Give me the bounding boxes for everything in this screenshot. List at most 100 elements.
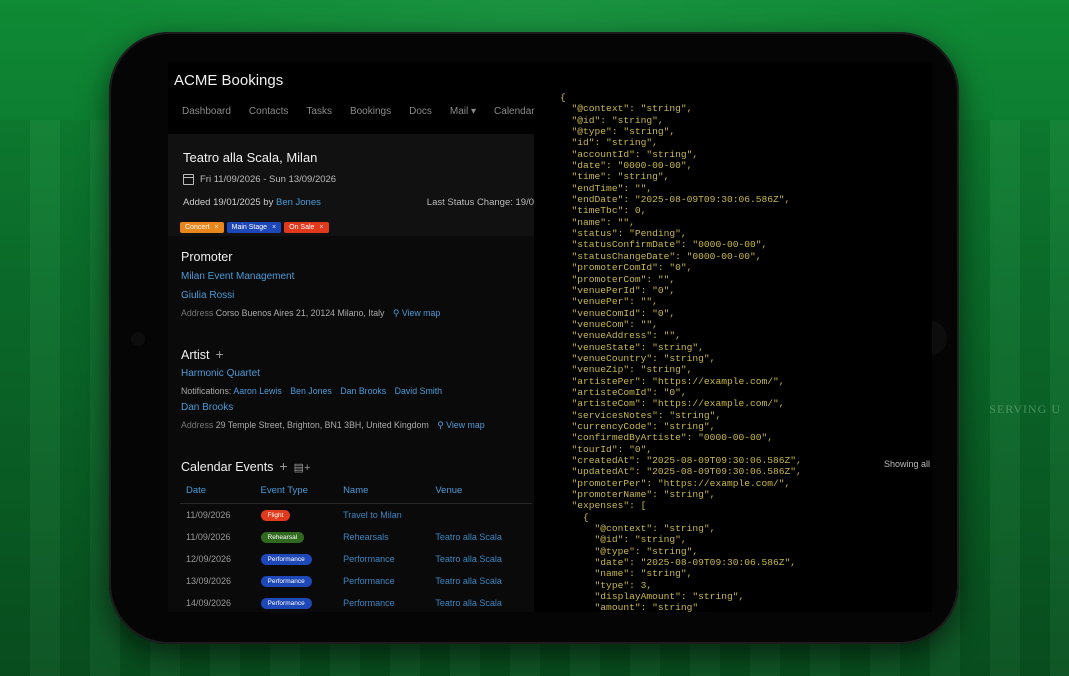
table-row[interactable]: 13/09/2026 Performance Performance Teatr… — [180, 570, 532, 592]
event-type-badge: Flight — [260, 510, 291, 521]
json-line: { — [560, 92, 566, 103]
json-line: "tourId": "0", — [560, 443, 653, 455]
tag-label: Concert — [185, 224, 210, 231]
json-line: "endTime": "", — [560, 182, 653, 194]
event-type-badge: Performance — [260, 554, 312, 565]
event-name-link[interactable]: Rehearsals — [337, 526, 429, 548]
artist-address-text: 29 Temple Street, Brighton, BN1 3BH, Uni… — [215, 420, 429, 430]
json-line: "venuePer": "", — [560, 296, 658, 308]
table-row[interactable]: 12/09/2026 Performance Performance Teatr… — [180, 548, 532, 570]
json-code-view[interactable]: { "@context": "string", "@id": "string",… — [560, 92, 802, 612]
json-line: "createdAt": "2025-08-09T09:30:06.586Z", — [560, 455, 802, 466]
table-row[interactable]: 11/09/2026 Rehearsal Rehearsals Teatro a… — [180, 526, 532, 548]
event-name-link[interactable]: Performance — [337, 570, 429, 592]
notify-aaron-lewis[interactable]: Aaron Lewis — [233, 386, 281, 396]
add-artist-plus-icon[interactable]: + — [215, 346, 223, 362]
event-venue-link[interactable]: Teatro alla Scala — [429, 548, 532, 570]
nav-docs[interactable]: Docs — [409, 106, 432, 117]
event-date: 13/09/2026 — [186, 576, 232, 586]
event-type-badge: Performance — [260, 576, 312, 587]
event-date: 14/09/2026 — [186, 598, 232, 608]
status-change: Last Status Change: 19/0 — [426, 197, 534, 208]
calendar-events-heading: Calendar Events + ▤+ — [181, 458, 310, 474]
column-event-type[interactable]: Event Type — [254, 478, 338, 504]
address-label: Address — [181, 420, 214, 430]
artist-view-map-link[interactable]: View map — [446, 420, 484, 430]
event-venue-link[interactable] — [429, 504, 532, 527]
table-row[interactable]: 11/09/2026 Flight Travel to Milan — [180, 504, 532, 527]
json-line: "date": "2025-08-09T09:30:06.586Z", — [560, 557, 797, 569]
table-row[interactable]: 14/09/2026 Performance Performance Teatr… — [180, 592, 532, 612]
event-name-link[interactable]: Travel to Milan — [337, 504, 429, 527]
event-venue-link[interactable]: Teatro alla Scala — [429, 526, 532, 548]
json-line: "currencyCode": "string", — [560, 420, 716, 432]
notify-dan-brooks[interactable]: Dan Brooks — [340, 386, 386, 396]
showing-filter[interactable]: Showing all — [884, 459, 930, 469]
event-venue-link[interactable]: Teatro alla Scala — [429, 592, 532, 612]
notify-ben-jones[interactable]: Ben Jones — [290, 386, 332, 396]
event-type-cell: Performance — [255, 548, 338, 570]
json-line: "@id": "string", — [560, 114, 664, 126]
nav-contacts[interactable]: Contacts — [249, 106, 288, 117]
artist-name-link[interactable]: Harmonic Quartet — [181, 368, 260, 379]
event-date: 11/09/2026 — [186, 510, 231, 520]
json-line: "promoterName": "string", — [560, 489, 716, 501]
json-line: "updatedAt": "2025-08-09T09:30:06.586Z", — [560, 466, 802, 478]
json-line: "accountId": "string", — [560, 148, 699, 160]
promoter-contact-link[interactable]: Giulia Rossi — [181, 290, 234, 301]
event-type-cell: Performance — [255, 570, 338, 592]
nav-calendar[interactable]: Calendar — [494, 106, 535, 117]
artist-address: Address 29 Temple Street, Brighton, BN1 … — [181, 420, 485, 431]
artist-contact-link[interactable]: Dan Brooks — [181, 402, 233, 413]
calendar-icon — [183, 174, 194, 185]
added-by-link[interactable]: Ben Jones — [276, 197, 321, 208]
json-line: "@type": "string", — [560, 126, 676, 138]
address-label: Address — [181, 308, 214, 318]
map-pin-icon: ⚲ — [392, 308, 400, 318]
column-name[interactable]: Name — [337, 478, 430, 504]
json-line: "confirmedByArtiste": "0000-00-00", — [560, 432, 774, 444]
add-event-plus-icon[interactable]: + — [279, 458, 287, 474]
nav-bookings[interactable]: Bookings — [350, 106, 391, 117]
tag-on-sale: On Sale × — [284, 222, 329, 233]
json-line: "expenses": [ — [560, 500, 647, 512]
json-line: "statusChangeDate": "0000-00-00", — [560, 250, 762, 262]
tag-remove-icon[interactable]: × — [215, 224, 219, 231]
tag-remove-icon[interactable]: × — [319, 224, 323, 231]
json-line: "@type": "string", — [560, 545, 699, 557]
event-venue-link[interactable]: Teatro alla Scala — [429, 570, 532, 592]
json-line: "displayAmount": "string", — [560, 591, 745, 603]
add-recurring-event-icon[interactable]: ▤+ — [294, 462, 311, 474]
json-line: "timeTbc": 0, — [560, 205, 647, 217]
app-title: ACME Bookings — [174, 72, 284, 89]
event-name-link[interactable]: Performance — [337, 548, 429, 570]
notify-david-smith[interactable]: David Smith — [395, 386, 442, 396]
event-name-link[interactable]: Performance — [337, 592, 429, 612]
map-pin-icon: ⚲ — [437, 420, 444, 430]
promoter-company-link[interactable]: Milan Event Management — [181, 271, 294, 282]
json-line: "venueZip": "string", — [560, 364, 693, 376]
json-line: "statusConfirmDate": "0000-00-00", — [560, 239, 768, 251]
json-line: "@id": "string", — [560, 534, 687, 546]
calendar-events-table: Date Event Type Name Venue 11/09/2026 Fl… — [180, 478, 532, 612]
promoter-address: Address Corso Buenos Aires 21, 20124 Mil… — [181, 308, 440, 319]
json-line: "venueCountry": "string", — [560, 352, 716, 364]
promoter-heading: Promoter — [181, 250, 233, 264]
column-venue[interactable]: Venue — [429, 478, 532, 504]
nav-mail-dropdown[interactable]: Mail ▾ — [450, 106, 476, 117]
json-line: "venueCom": "", — [560, 318, 658, 330]
event-type-badge: Rehearsal — [260, 532, 305, 543]
table-header-row: Date Event Type Name Venue — [180, 478, 532, 504]
nav-tasks[interactable]: Tasks — [306, 106, 332, 117]
promoter-view-map-link[interactable]: View map — [402, 308, 440, 318]
json-line: "@context": "string", — [560, 523, 716, 535]
json-line: "date": "0000-00-00", — [560, 160, 693, 172]
tag-label: On Sale — [289, 224, 315, 231]
column-date[interactable]: Date — [180, 478, 255, 504]
tag-main-stage: Main Stage × — [226, 222, 282, 233]
nav-dashboard[interactable]: Dashboard — [182, 106, 231, 117]
json-line: "name": "", — [560, 216, 635, 228]
tag-remove-icon[interactable]: × — [272, 224, 276, 231]
json-line: "id": "string", — [560, 137, 658, 149]
tag-list: Concert × Main Stage × On Sale × — [180, 222, 329, 233]
